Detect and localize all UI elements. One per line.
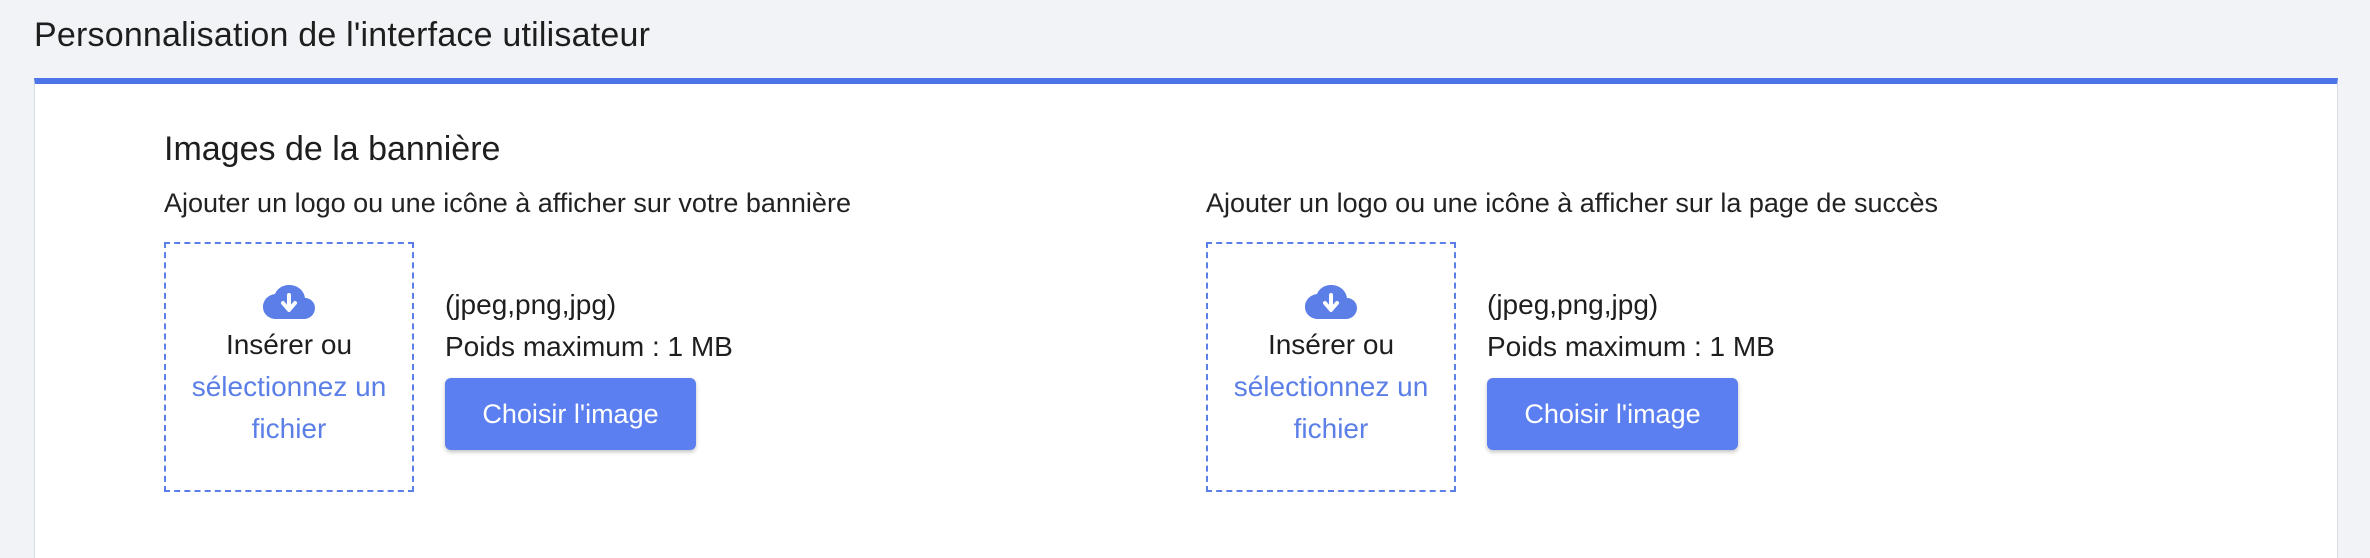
file-max-size: Poids maximum : 1 MB	[445, 331, 733, 362]
dropzone-insert-text: Insérer ou	[1267, 329, 1395, 360]
file-formats: (jpeg,png,jpg)	[445, 289, 617, 320]
page-title: Personnalisation de l'interface utilisat…	[34, 16, 651, 54]
file-info: (jpeg,png,jpg) Poids maximum : 1 MB	[1487, 284, 1775, 368]
choose-image-button[interactable]: Choisir l'image	[1487, 378, 1738, 450]
choose-image-button[interactable]: Choisir l'image	[445, 378, 696, 450]
banner-logo-dropzone[interactable]: Insérer ou sélectionnez un fichier	[164, 242, 414, 492]
file-formats: (jpeg,png,jpg)	[1487, 289, 1659, 320]
banner-images-panel: Images de la bannière Ajouter un logo ou…	[34, 78, 2338, 558]
uploader-description: Ajouter un logo ou une icône à afficher …	[164, 188, 851, 218]
success-page-logo-uploader: Ajouter un logo ou une icône à afficher …	[1206, 188, 1938, 492]
success-page-logo-dropzone[interactable]: Insérer ou sélectionnez un fichier	[1206, 242, 1456, 492]
dropzone-insert-text: Insérer ou	[225, 329, 353, 360]
file-info: (jpeg,png,jpg) Poids maximum : 1 MB	[445, 284, 733, 368]
uploader-description: Ajouter un logo ou une icône à afficher …	[1206, 188, 1938, 218]
dropzone-select-link[interactable]: sélectionnez un fichier	[1208, 366, 1454, 450]
dropzone-select-link[interactable]: sélectionnez un fichier	[166, 366, 412, 450]
cloud-download-icon	[1305, 285, 1357, 319]
banner-logo-uploader: Ajouter un logo ou une icône à afficher …	[164, 188, 851, 492]
cloud-download-icon	[263, 285, 315, 319]
file-max-size: Poids maximum : 1 MB	[1487, 331, 1775, 362]
section-title: Images de la bannière	[164, 130, 501, 168]
